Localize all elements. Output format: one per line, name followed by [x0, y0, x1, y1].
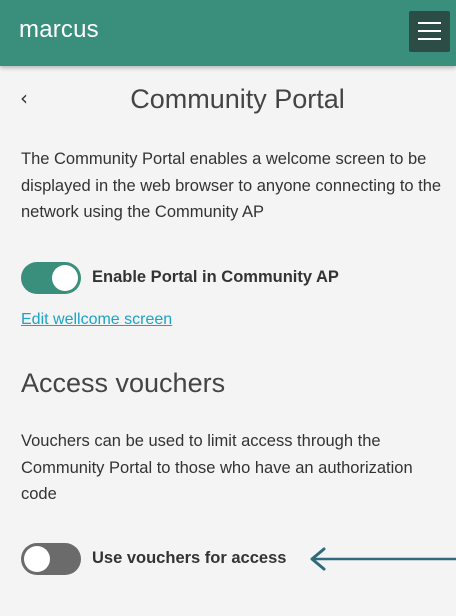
app-title: marcus — [19, 16, 99, 43]
toggle-knob — [52, 265, 78, 291]
portal-description: The Community Portal enables a welcome s… — [21, 150, 442, 221]
edit-welcome-screen-link[interactable]: Edit wellcome screen — [21, 311, 172, 329]
enable-portal-toggle[interactable] — [21, 262, 81, 294]
hamburger-menu-button[interactable] — [409, 11, 450, 52]
access-vouchers-heading: Access vouchers — [21, 368, 226, 398]
enable-portal-label: Enable Portal in Community AP — [92, 268, 339, 286]
use-vouchers-toggle[interactable] — [21, 543, 81, 575]
app-bar: marcus — [0, 0, 456, 66]
vouchers-description: Vouchers can be used to limit access thr… — [21, 432, 413, 503]
toggle-knob — [24, 546, 50, 572]
left-arrow-icon — [310, 547, 456, 571]
page-title: Community Portal — [130, 84, 345, 114]
use-vouchers-label: Use vouchers for access — [92, 549, 287, 567]
